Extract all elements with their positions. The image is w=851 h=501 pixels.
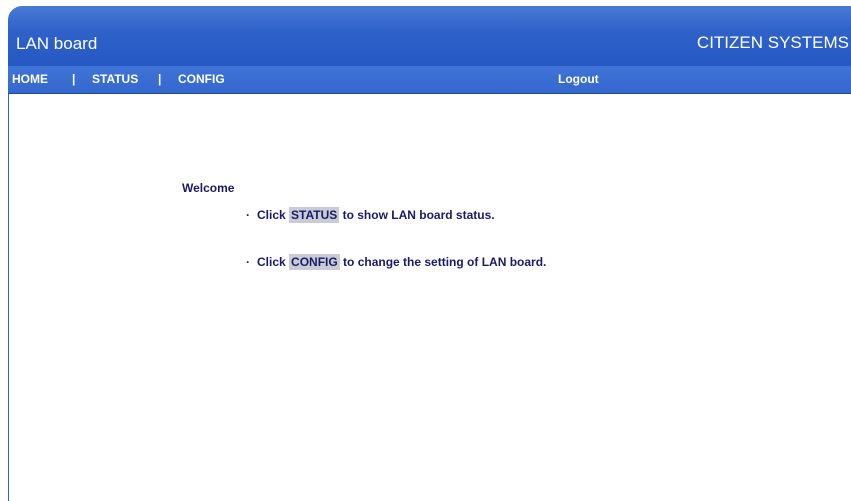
config-link[interactable]: CONFIG — [289, 254, 340, 270]
status-link[interactable]: STATUS — [289, 207, 340, 223]
bullet-icon: · — [246, 208, 250, 222]
instruction-suffix: to change the setting of LAN board. — [343, 255, 547, 269]
instruction-prefix: Click — [257, 208, 286, 222]
nav-separator: | — [72, 72, 76, 86]
instruction-prefix: Click — [257, 255, 286, 269]
logout-link[interactable]: Logout — [558, 72, 599, 86]
brand-name: CITIZEN SYSTEMS — [696, 33, 849, 52]
config-instruction: · Click CONFIG to change the setting of L… — [246, 254, 547, 270]
status-instruction: · Click STATUS to show LAN board status. — [246, 207, 495, 223]
instruction-suffix: to show LAN board status. — [342, 208, 495, 222]
nav-bar: HOME | STATUS | CONFIG Logout — [8, 66, 851, 94]
app-title: LAN board — [16, 34, 98, 53]
nav-config-link[interactable]: CONFIG — [178, 72, 225, 86]
content-border — [8, 94, 9, 501]
page: LAN board CITIZEN SYSTEMS HOME | STATUS … — [0, 0, 851, 501]
nav-home-link[interactable]: HOME — [12, 72, 48, 86]
header-banner: LAN board CITIZEN SYSTEMS — [8, 6, 851, 66]
nav-status-link[interactable]: STATUS — [92, 72, 138, 86]
nav-separator: | — [158, 72, 162, 86]
welcome-heading: Welcome — [182, 181, 235, 195]
bullet-icon: · — [246, 255, 250, 269]
